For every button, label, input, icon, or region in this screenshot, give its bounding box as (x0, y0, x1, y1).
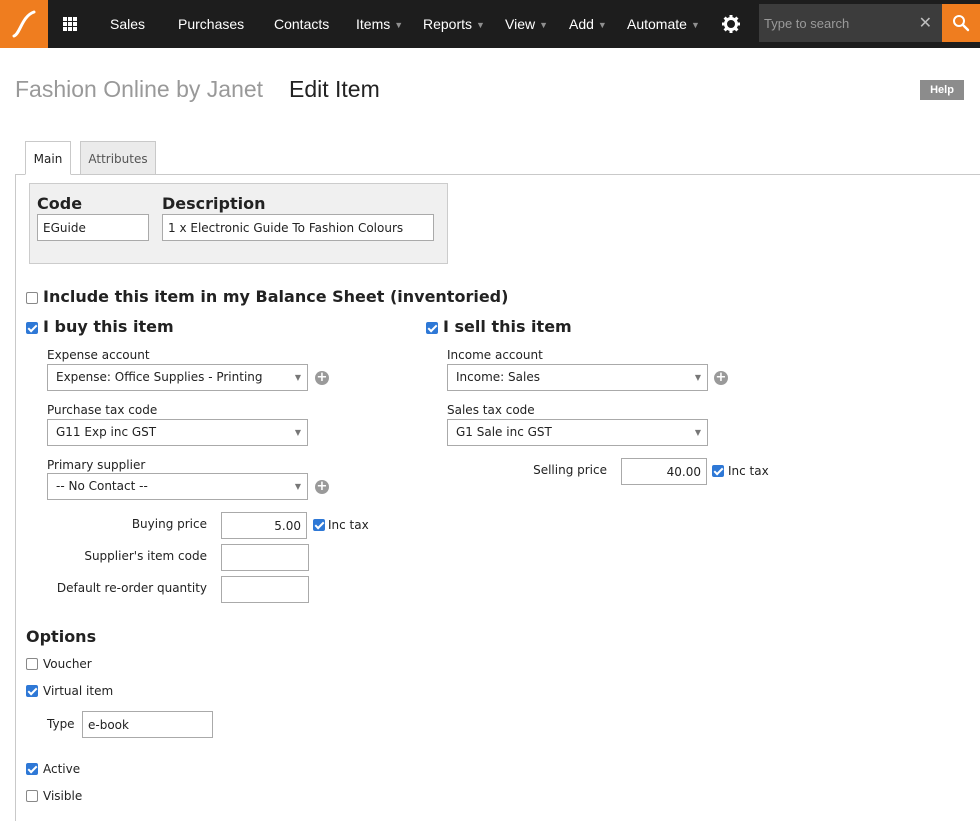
close-icon[interactable]: ✕ (919, 15, 932, 31)
description-input[interactable] (162, 214, 434, 241)
help-button[interactable]: Help (920, 80, 964, 100)
buying-price-label: Buying price (131, 517, 207, 531)
voucher-checkbox[interactable] (26, 658, 38, 670)
add-supplier-icon[interactable]: + (315, 480, 329, 494)
company-name: Fashion Online by Janet (15, 76, 264, 102)
description-label: Description (162, 194, 266, 213)
selling-price-label: Selling price (533, 463, 607, 477)
tab-main[interactable]: Main (25, 141, 71, 175)
chevron-down-icon: ▼ (597, 20, 607, 30)
nav-sales[interactable]: Sales (110, 0, 145, 48)
page-title: Edit Item (289, 76, 380, 102)
app-grid-icon[interactable] (62, 16, 78, 32)
type-input[interactable] (82, 711, 213, 738)
options-title: Options (26, 627, 97, 646)
buy-label[interactable]: I buy this item (43, 317, 174, 336)
sell-label[interactable]: I sell this item (443, 317, 572, 336)
purchase-tax-code-label: Purchase tax code (47, 403, 158, 417)
purchase-tax-code-select[interactable]: G11 Exp inc GST ▼ (47, 419, 308, 446)
top-navigation-bar: Sales Purchases Contacts Items ▼ Reports ▼… (0, 0, 980, 48)
supplier-item-code-label: Supplier's item code (84, 549, 207, 563)
nav-purchases[interactable]: Purchases (178, 0, 244, 48)
nav-automate[interactable]: Automate ▼ (627, 0, 700, 48)
sell-inc-tax-checkbox[interactable] (712, 465, 724, 477)
nav-contacts[interactable]: Contacts (274, 0, 329, 48)
nav-contacts-label: Contacts (274, 16, 330, 32)
chevron-down-icon: ▼ (476, 20, 485, 30)
visible-checkbox[interactable] (26, 790, 38, 802)
primary-supplier-label: Primary supplier (47, 458, 146, 472)
nav-sales-label: Sales (110, 16, 146, 32)
search-icon (953, 15, 970, 32)
chevron-down-icon: ▼ (694, 428, 701, 437)
nav-add-label: Add (569, 16, 594, 32)
active-label[interactable]: Active (43, 762, 80, 776)
nav-view[interactable]: View ▼ (505, 0, 548, 48)
buying-price-input[interactable] (221, 512, 307, 539)
gear-icon[interactable] (721, 14, 741, 34)
nav-items-label: Items (356, 16, 391, 32)
add-income-account-icon[interactable]: + (714, 371, 728, 385)
inventory-checkbox[interactable] (26, 292, 38, 304)
chevron-down-icon: ▼ (694, 373, 701, 382)
sales-tax-code-select[interactable]: G1 Sale inc GST ▼ (447, 419, 708, 446)
buy-inc-tax-checkbox[interactable] (313, 519, 325, 531)
saasu-logo-icon[interactable] (0, 0, 48, 48)
buy-checkbox[interactable] (26, 322, 38, 334)
visible-label[interactable]: Visible (43, 789, 82, 803)
nav-reports[interactable]: Reports ▼ (423, 0, 485, 48)
reorder-quantity-label: Default re-order quantity (56, 581, 207, 595)
nav-add[interactable]: Add ▼ (569, 0, 607, 48)
primary-supplier-select[interactable]: -- No Contact -- ▼ (47, 473, 308, 500)
chevron-down-icon: ▼ (690, 20, 700, 30)
selling-price-input[interactable] (621, 458, 707, 485)
search-box: ✕ (759, 4, 942, 42)
chevron-down-icon: ▼ (294, 428, 301, 437)
sales-tax-code-label: Sales tax code (447, 403, 535, 417)
income-account-label: Income account (447, 348, 543, 362)
sell-checkbox[interactable] (426, 322, 438, 334)
chevron-down-icon: ▼ (294, 482, 301, 491)
sell-inc-tax-label[interactable]: Inc tax (728, 464, 769, 478)
search-button[interactable] (942, 4, 980, 42)
expense-account-value: Expense: Office Supplies - Printing (56, 370, 263, 384)
chevron-down-icon: ▼ (294, 373, 301, 382)
income-account-value: Income: Sales (456, 370, 540, 384)
nav-reports-label: Reports (423, 16, 473, 32)
type-label: Type (47, 717, 75, 731)
code-label: Code (37, 194, 83, 213)
nav-view-label: View (505, 16, 536, 32)
chevron-down-icon: ▼ (539, 20, 549, 30)
primary-supplier-value: -- No Contact -- (56, 479, 148, 493)
supplier-item-code-input[interactable] (221, 544, 309, 571)
buy-inc-tax-label[interactable]: Inc tax (328, 518, 369, 532)
search-input[interactable] (759, 4, 909, 42)
voucher-label[interactable]: Voucher (43, 657, 92, 671)
nav-items[interactable]: Items ▼ (356, 0, 403, 48)
add-expense-account-icon[interactable]: + (315, 371, 329, 385)
inventory-label[interactable]: Include this item in my Balance Sheet (i… (43, 287, 508, 306)
nav-purchases-label: Purchases (178, 16, 245, 32)
virtual-item-checkbox[interactable] (26, 685, 38, 697)
chevron-down-icon: ▼ (394, 20, 404, 30)
purchase-tax-code-value: G11 Exp inc GST (56, 425, 157, 439)
sales-tax-code-value: G1 Sale inc GST (456, 425, 552, 439)
code-input[interactable] (37, 214, 149, 241)
income-account-select[interactable]: Income: Sales ▼ (447, 364, 708, 391)
tab-attributes[interactable]: Attributes (80, 141, 156, 175)
expense-account-select[interactable]: Expense: Office Supplies - Printing ▼ (47, 364, 308, 391)
expense-account-label: Expense account (47, 348, 150, 362)
nav-automate-label: Automate (627, 16, 687, 32)
active-checkbox[interactable] (26, 763, 38, 775)
virtual-item-label[interactable]: Virtual item (43, 684, 113, 698)
reorder-quantity-input[interactable] (221, 576, 309, 603)
